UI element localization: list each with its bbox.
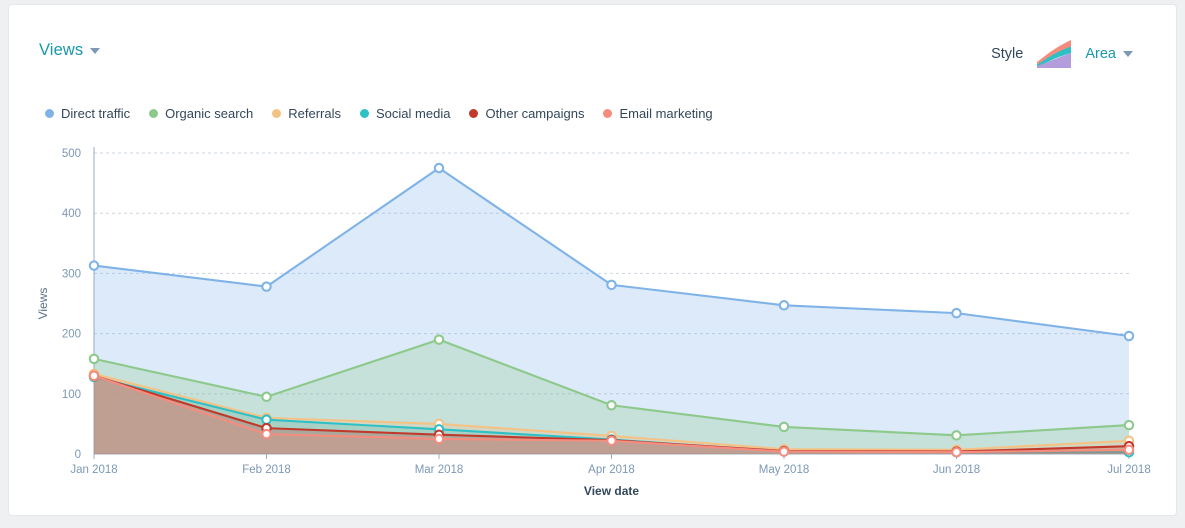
data-point-marker[interactable] [1123,444,1135,456]
legend-color-dot [149,109,159,118]
views-area-chart: 0 100 200 300 400 500 Views Jan 2018 Feb 2018 Mar… [36,147,1151,498]
legend-item[interactable]: Referrals [272,106,341,121]
x-axis-tick-label: Feb 2018 [242,464,291,476]
data-point-marker[interactable] [261,414,272,425]
legend-color-dot [603,109,613,118]
legend-item-label: Referrals [288,106,342,121]
views-metric-dropdown[interactable]: Views [39,41,101,60]
data-point-marker[interactable] [88,260,100,271]
chart-legend: Direct traffic Organic search Referrals Soc… [45,106,713,121]
style-label: Style [991,46,1024,62]
data-point-marker[interactable] [778,421,790,433]
y-axis-tick-label: 300 [62,268,81,280]
data-point-marker[interactable] [778,446,790,457]
x-axis-title: View date [584,484,639,498]
data-point-marker[interactable] [88,370,100,381]
data-point-marker[interactable] [606,399,617,411]
data-point-marker[interactable] [433,162,445,174]
analytics-chart-card: Views Style Area Direct traffic Organic s… [8,4,1177,516]
data-point-marker[interactable] [606,435,617,447]
data-point-marker[interactable] [606,279,617,291]
x-axis-tick-label: Jan 2018 [70,464,117,476]
x-axis-tick-label: Jul 2018 [1107,464,1150,476]
chevron-down-icon [90,47,101,54]
data-point-marker[interactable] [433,433,445,445]
chart-area: 0 100 200 300 400 500 Views Jan 2018 Feb 2018 Mar… [9,131,1178,501]
data-point-marker[interactable] [1123,419,1135,431]
y-axis-title: Views [36,288,50,320]
legend-item-label: Social media [376,106,451,121]
legend-item[interactable]: Direct traffic [45,106,130,121]
data-point-marker[interactable] [951,430,962,441]
y-axis-tick-label: 500 [62,148,81,160]
views-dropdown-label: Views [39,41,84,59]
data-point-marker[interactable] [261,428,272,440]
screenshot-root: Views Style Area Direct traffic Organic s… [0,0,1185,528]
x-axis-tick-label: Mar 2018 [415,464,464,476]
legend-item[interactable]: Other campaigns [469,106,584,121]
y-axis-tick-label: 100 [62,389,81,401]
card-header: Views Style Area [9,5,1176,77]
x-axis-tick-label: Jun 2018 [933,464,980,476]
legend-item[interactable]: Social media [360,106,450,121]
area-chart-icon [1037,40,1072,68]
y-axis-tick-label: 400 [62,208,81,220]
y-axis-tick-label: 0 [75,449,81,461]
legend-color-dot [360,109,370,118]
data-point-marker[interactable] [261,281,272,292]
data-point-marker[interactable] [778,300,790,311]
legend-color-dot [272,109,282,118]
legend-color-dot [469,109,479,118]
data-point-marker[interactable] [1123,330,1135,342]
chevron-down-icon [1123,51,1133,57]
legend-item[interactable]: Organic search [149,106,253,121]
legend-item[interactable]: Email marketing [603,106,713,121]
legend-item-label: Email marketing [619,106,713,121]
data-point-marker[interactable] [88,353,100,365]
x-axis-tick-label: Apr 2018 [588,464,635,476]
legend-item-label: Direct traffic [61,106,131,121]
legend-color-dot [45,109,54,118]
legend-item-label: Other campaigns [485,106,585,121]
style-dropdown-label: Area [1085,46,1116,62]
data-point-marker[interactable] [261,391,272,403]
style-type-dropdown[interactable]: Area [1085,46,1133,62]
legend-item-label: Organic search [165,106,254,121]
data-point-marker[interactable] [951,446,962,458]
style-controls: Style Area [991,39,1133,69]
data-point-marker[interactable] [951,307,962,319]
x-axis-tick-label: May 2018 [759,464,810,476]
y-axis-tick-label: 200 [62,329,81,341]
data-point-marker[interactable] [433,334,445,345]
